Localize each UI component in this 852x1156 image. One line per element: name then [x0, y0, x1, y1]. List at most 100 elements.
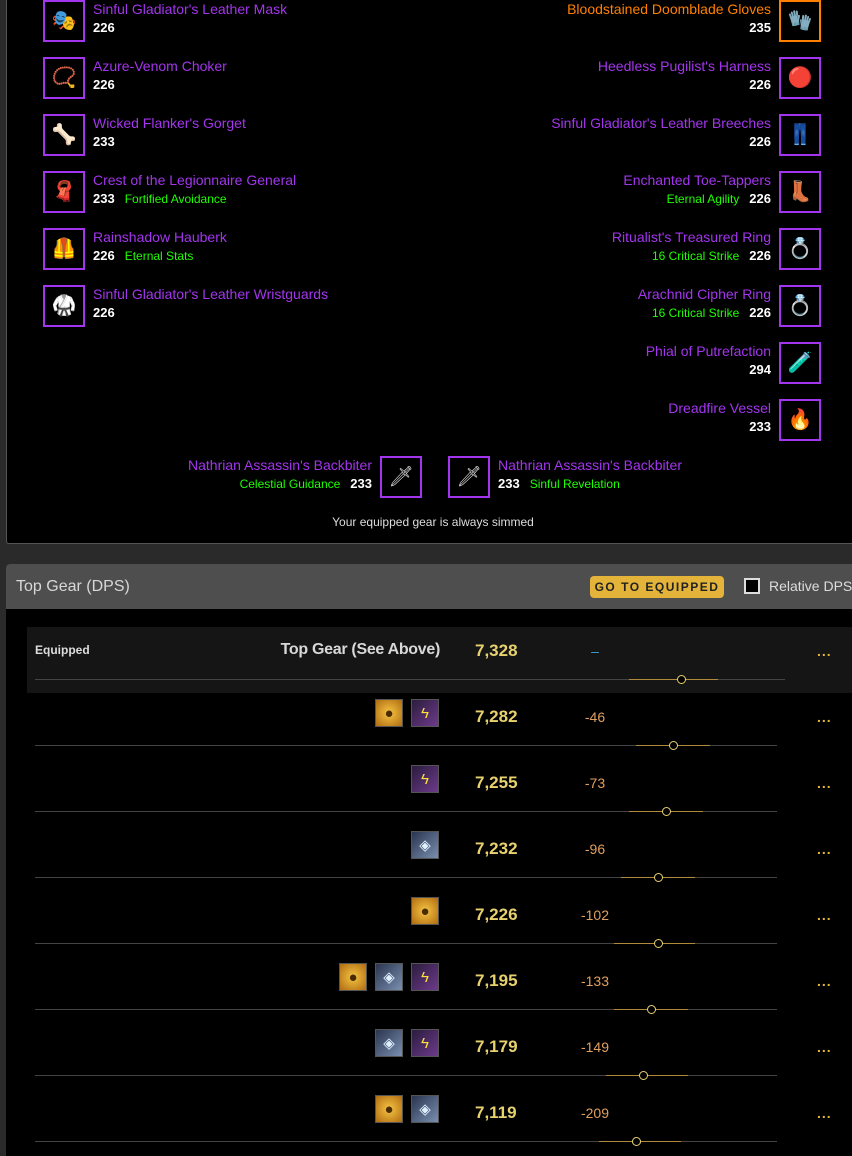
item-name[interactable]: Dreadfire Vessel [668, 400, 771, 417]
result-row[interactable]: ◈ ϟ 7,179 -149... [27, 1023, 852, 1089]
equipped-row[interactable]: Equipped Top Gear (See Above) 7,328 –... [27, 627, 852, 693]
gear-slot[interactable]: 💍 Arachnid Cipher Ring 226 16 Critical Stri… [638, 285, 821, 327]
pants-icon[interactable]: 👖 [779, 114, 821, 156]
more-options-button[interactable]: ... [817, 1105, 832, 1121]
more-options-button[interactable]: ... [817, 907, 832, 923]
gear-slot[interactable]: 🔥 Dreadfire Vessel 233 [668, 399, 821, 441]
gear-slot[interactable]: 👖 Sinful Gladiator's Leather Breeches 226 [551, 114, 821, 156]
hood-icon[interactable]: ϟ [411, 1029, 439, 1057]
item-name[interactable]: Heedless Pugilist's Harness [598, 58, 771, 75]
dps-value: 7,282 [475, 707, 518, 726]
gear-slot[interactable]: 🗡 Nathrian Assassin's Backbiter 233 Celesti… [188, 456, 422, 498]
result-row[interactable]: ◈ 7,232 -96... [27, 825, 852, 891]
choker-icon[interactable]: 📿 [43, 57, 85, 99]
item-level: 233 [498, 476, 520, 491]
changed-items: ϟ [411, 765, 439, 793]
cipher-ring-icon[interactable]: ◈ [375, 1029, 403, 1057]
wristguards-icon[interactable]: 🥋 [43, 285, 85, 327]
gear-slot[interactable]: 💍 Ritualist's Treasured Ring 226 16 Critica… [612, 228, 821, 270]
cipher-ring-icon[interactable]: ◈ [411, 831, 439, 859]
gear-slot[interactable]: 📿 Azure-Venom Choker 226 [43, 57, 227, 99]
result-row[interactable]: ● ◈ 7,119 -209... [27, 1089, 852, 1155]
more-options-button[interactable]: ... [817, 973, 832, 989]
relative-dps-checkbox[interactable] [744, 578, 760, 594]
dps-diff: -102 [580, 907, 610, 923]
more-options-button[interactable]: ... [817, 709, 832, 725]
item-name[interactable]: Ritualist's Treasured Ring [612, 229, 771, 246]
item-name[interactable]: Arachnid Cipher Ring [638, 286, 771, 303]
dreadfire-vessel-icon[interactable]: ● [375, 1095, 403, 1123]
relative-dps-toggle[interactable]: Relative DPS [744, 578, 852, 594]
gorget-icon[interactable]: 🦴 [43, 114, 85, 156]
cipher-ring-icon[interactable]: ◈ [411, 1095, 439, 1123]
dagger-icon[interactable]: 🗡 [380, 456, 422, 498]
gear-slot[interactable]: 🦺 Rainshadow Hauberk 226 Eternal Stats [43, 228, 227, 270]
gear-slot[interactable]: 🧣 Crest of the Legionnaire General 233 Fort… [43, 171, 296, 213]
item-name[interactable]: Bloodstained Doomblade Gloves [567, 1, 771, 18]
changed-items: ◈ [411, 831, 439, 859]
item-enchant: Sinful Revelation [529, 477, 620, 491]
item-enchant: 16 Critical Strike [651, 249, 740, 263]
gear-slot[interactable]: 🧪 Phial of Putrefaction 294 [646, 342, 821, 384]
item-name[interactable]: Rainshadow Hauberk [93, 229, 227, 246]
gear-slot[interactable]: 🦴 Wicked Flanker's Gorget 233 [43, 114, 246, 156]
item-level: 233 [93, 191, 115, 206]
more-options-button[interactable]: ... [817, 1039, 832, 1055]
dps-value: 7,226 [475, 905, 518, 924]
item-name[interactable]: Nathrian Assassin's Backbiter [188, 457, 372, 474]
item-name[interactable]: Azure-Venom Choker [93, 58, 227, 75]
trinket-icon[interactable]: 🧪 [779, 342, 821, 384]
item-enchant: Eternal Agility [666, 192, 740, 206]
gear-slot[interactable]: 🧤 Bloodstained Doomblade Gloves 235 [567, 0, 821, 42]
gear-slot[interactable]: 👢 Enchanted Toe-Tappers 226 Eternal Agility [623, 171, 821, 213]
gear-slot[interactable]: 🗡 Nathrian Assassin's Backbiter 233 Sinful … [448, 456, 682, 498]
result-row[interactable]: ϟ 7,255 -73... [27, 759, 852, 825]
item-level: 226 [749, 77, 771, 92]
result-row[interactable]: ● 7,226 -102... [27, 891, 852, 957]
gear-slot[interactable]: 🎭 Sinful Gladiator's Leather Mask 226 [43, 0, 287, 42]
hood-icon[interactable]: ϟ [411, 765, 439, 793]
hood-icon[interactable]: ϟ [411, 699, 439, 727]
ring-icon[interactable]: 💍 [779, 228, 821, 270]
item-name[interactable]: Sinful Gladiator's Leather Mask [93, 1, 287, 18]
item-name[interactable]: Crest of the Legionnaire General [93, 172, 296, 189]
relative-dps-label: Relative DPS [769, 578, 852, 594]
item-level: 294 [749, 362, 771, 377]
dreadfire-vessel-icon[interactable]: ● [411, 897, 439, 925]
result-row[interactable]: ● ϟ 7,282 -46... [27, 693, 852, 759]
dps-value: 7,232 [475, 839, 518, 858]
gear-slot[interactable]: 🥋 Sinful Gladiator's Leather Wristguards 2… [43, 285, 328, 327]
more-options-button[interactable]: ... [817, 775, 832, 791]
item-name[interactable]: Sinful Gladiator's Leather Breeches [551, 115, 771, 132]
trinket-icon[interactable]: 🔥 [779, 399, 821, 441]
item-name[interactable]: Enchanted Toe-Tappers [623, 172, 771, 189]
top-gear-header: Top Gear (DPS) GO TO EQUIPPED Relative D… [6, 564, 852, 609]
dps-diff: -73 [584, 775, 606, 791]
chest-armor-icon[interactable]: 🦺 [43, 228, 85, 270]
item-name[interactable]: Sinful Gladiator's Leather Wristguards [93, 286, 328, 303]
item-name[interactable]: Phial of Putrefaction [646, 343, 771, 360]
dagger-icon[interactable]: 🗡 [448, 456, 490, 498]
top-gear-panel: Top Gear (DPS) GO TO EQUIPPED Relative D… [6, 564, 852, 1156]
gloves-icon[interactable]: 🧤 [779, 0, 821, 42]
dreadfire-vessel-icon[interactable]: ● [339, 963, 367, 991]
leather-mask-icon[interactable]: 🎭 [43, 0, 85, 42]
more-options-button[interactable]: ... [817, 643, 832, 659]
boots-icon[interactable]: 👢 [779, 171, 821, 213]
gear-slot[interactable]: 🔴 Heedless Pugilist's Harness 226 [598, 57, 821, 99]
changed-items: ● ϟ [375, 699, 439, 727]
result-row[interactable]: ● ◈ ϟ 7,195 -133... [27, 957, 852, 1023]
dps-diff: -133 [580, 973, 610, 989]
belt-icon[interactable]: 🔴 [779, 57, 821, 99]
ring-icon[interactable]: 💍 [779, 285, 821, 327]
dreadfire-vessel-icon[interactable]: ● [375, 699, 403, 727]
dps-value: 7,195 [475, 971, 518, 990]
hood-icon[interactable]: ϟ [411, 963, 439, 991]
go-to-equipped-button[interactable]: GO TO EQUIPPED [590, 576, 724, 598]
dps-range-whisker [628, 679, 718, 680]
more-options-button[interactable]: ... [817, 841, 832, 857]
cloak-icon[interactable]: 🧣 [43, 171, 85, 213]
item-name[interactable]: Wicked Flanker's Gorget [93, 115, 246, 132]
item-name[interactable]: Nathrian Assassin's Backbiter [498, 457, 682, 474]
cipher-ring-icon[interactable]: ◈ [375, 963, 403, 991]
